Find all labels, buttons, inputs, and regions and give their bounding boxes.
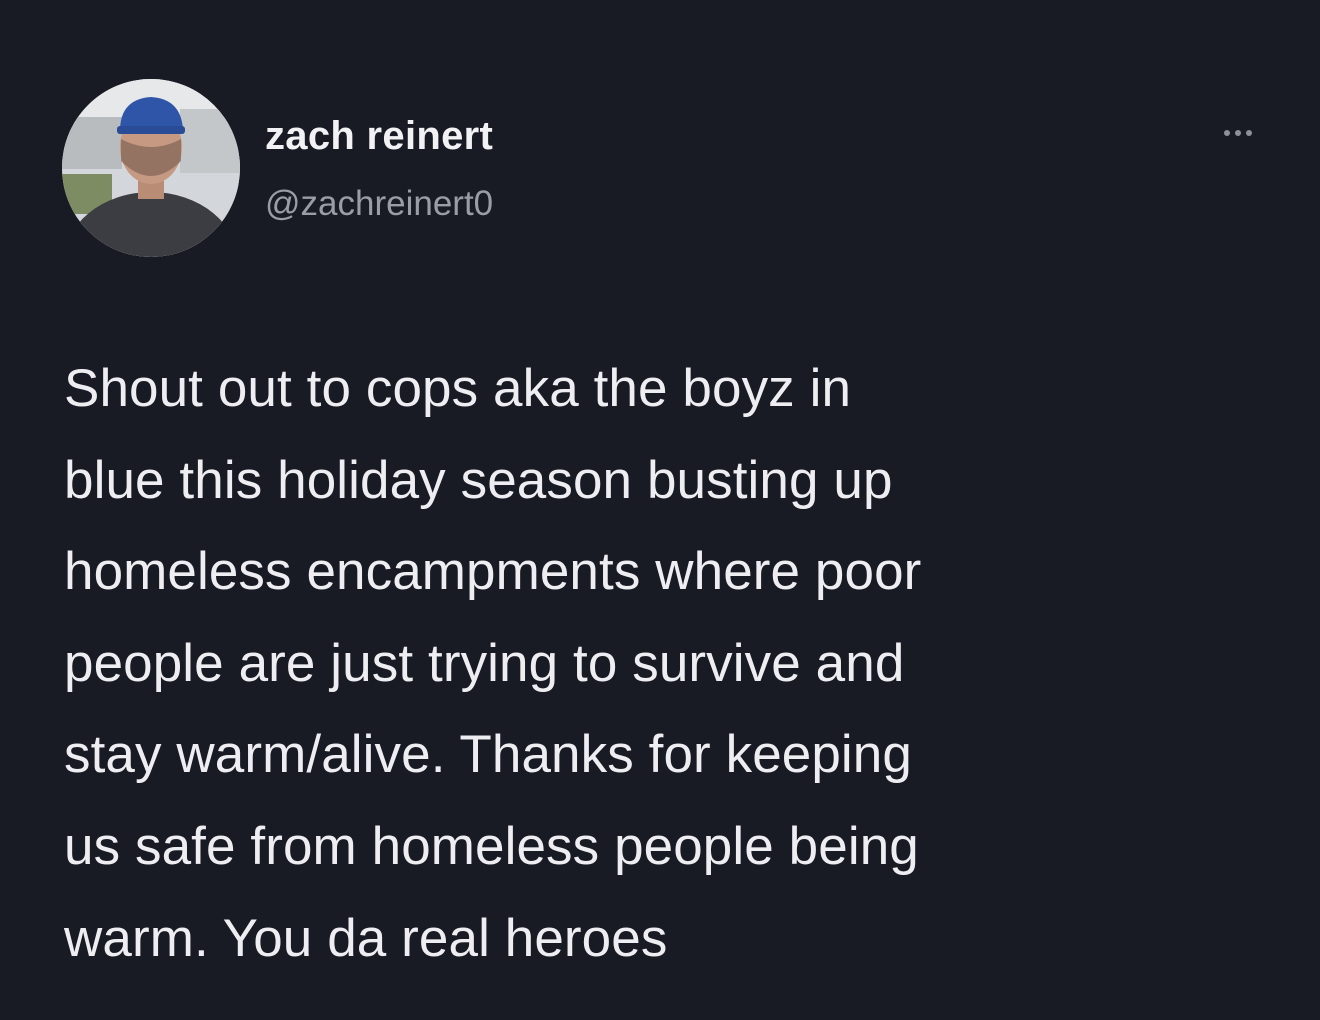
avatar[interactable] — [62, 79, 240, 257]
tweet-card: zach reinert @zachreinert0 Shout out to … — [0, 0, 1320, 1020]
display-name[interactable]: zach reinert — [265, 114, 493, 159]
more-horizontal-icon-dot — [1246, 130, 1252, 136]
tweet-text-line: stay warm/alive. Thanks for keeping — [64, 725, 912, 785]
tweet-text-line: Shout out to cops aka the boyz in — [64, 359, 852, 418]
more-options-button[interactable] — [1208, 118, 1268, 148]
more-horizontal-icon-dot — [1235, 130, 1241, 136]
more-horizontal-icon — [1224, 130, 1230, 136]
avatar-photo — [62, 79, 240, 257]
user-handle[interactable]: @zachreinert0 — [265, 184, 493, 224]
tweet-text-line: warm. You da real heroes — [64, 908, 668, 968]
tweet-text-line: homeless encampments where poor — [64, 542, 922, 602]
tweet-text: Shout out to cops aka the boyz in blue t… — [64, 343, 1264, 984]
tweet-text-line: people are just trying to survive and — [64, 633, 905, 693]
tweet-text-line: us safe from homeless people being — [64, 816, 919, 876]
tweet-text-line: blue this holiday season busting up — [64, 450, 893, 510]
